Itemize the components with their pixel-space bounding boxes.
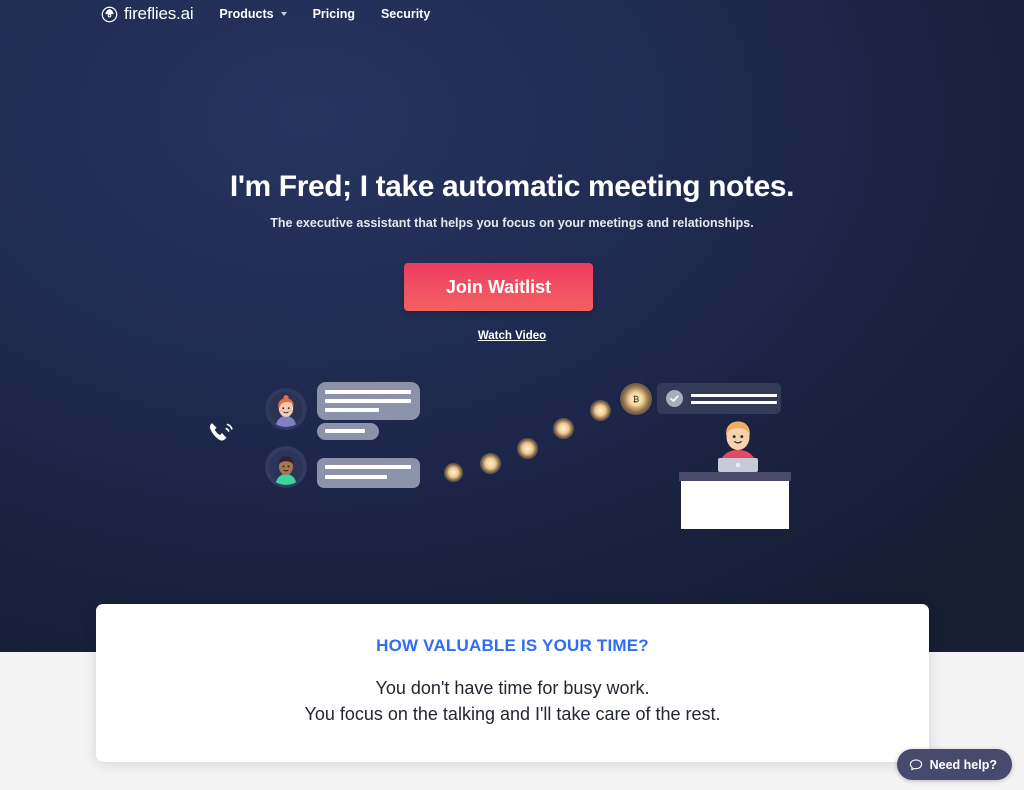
nav-link-products[interactable]: Products [219,7,287,21]
participant-avatar-2 [265,446,307,488]
person-at-desk [718,421,758,472]
desk-front-panel [681,481,789,529]
card-body: You don't have time for busy work. You f… [96,676,929,727]
particle-dot [590,400,611,421]
participant-avatar-1 [265,388,307,430]
value-proposition-card: HOW VALUABLE IS YOUR TIME? You don't hav… [96,604,929,762]
nav-link-products-label: Products [219,7,274,21]
fireflies-logo-icon [101,6,118,22]
watch-video-link[interactable]: Watch Video [478,330,546,342]
chat-bubble-icon [909,758,922,770]
join-waitlist-button[interactable]: Join Waitlist [404,263,593,311]
nav-links: Products Pricing Security [219,7,430,21]
need-help-chat-button[interactable]: Need help? [896,749,1012,780]
check-icon [670,395,679,402]
coin-particle: ₿ [620,383,652,415]
watch-video-wrap: Watch Video [0,326,1024,344]
nav-link-security[interactable]: Security [381,7,430,21]
avatar-2-image [265,446,307,488]
card-line-1: You don't have time for busy work. [375,678,650,698]
page-title: I'm Fred; I take automatic meeting notes… [229,170,795,203]
hero-illustration: ₿ [0,360,1024,560]
phone-ringing-icon [209,423,233,441]
particle-dot [444,463,463,482]
nav-link-pricing[interactable]: Pricing [313,7,355,21]
top-navigation: fireflies.ai Products Pricing Security [0,0,1024,28]
chat-bubble-2 [317,423,379,440]
particle-dot [553,418,574,439]
check-circle-icon [666,390,683,407]
desk-surface [679,472,791,481]
brand-logo[interactable]: fireflies.ai [101,4,194,24]
chat-bubble-1 [317,382,420,420]
particle-dot [517,438,538,459]
chat-bubble-3 [317,458,420,488]
card-line-2: You focus on the talking and I'll take c… [304,703,721,724]
brand-name: fireflies.ai [124,4,194,23]
notification-bar [657,383,781,414]
hero-subtitle: The executive assistant that helps you f… [270,216,754,230]
particle-dot [480,453,501,474]
hero-section: fireflies.ai Products Pricing Security I… [0,0,1024,652]
page-root: fireflies.ai Products Pricing Security I… [0,0,1024,790]
avatar-1-image [265,388,307,430]
chevron-down-icon [280,12,287,16]
notification-lines [691,393,777,404]
card-heading: HOW VALUABLE IS YOUR TIME? [376,636,649,655]
need-help-label: Need help? [929,757,997,772]
coin-label: ₿ [632,394,640,404]
